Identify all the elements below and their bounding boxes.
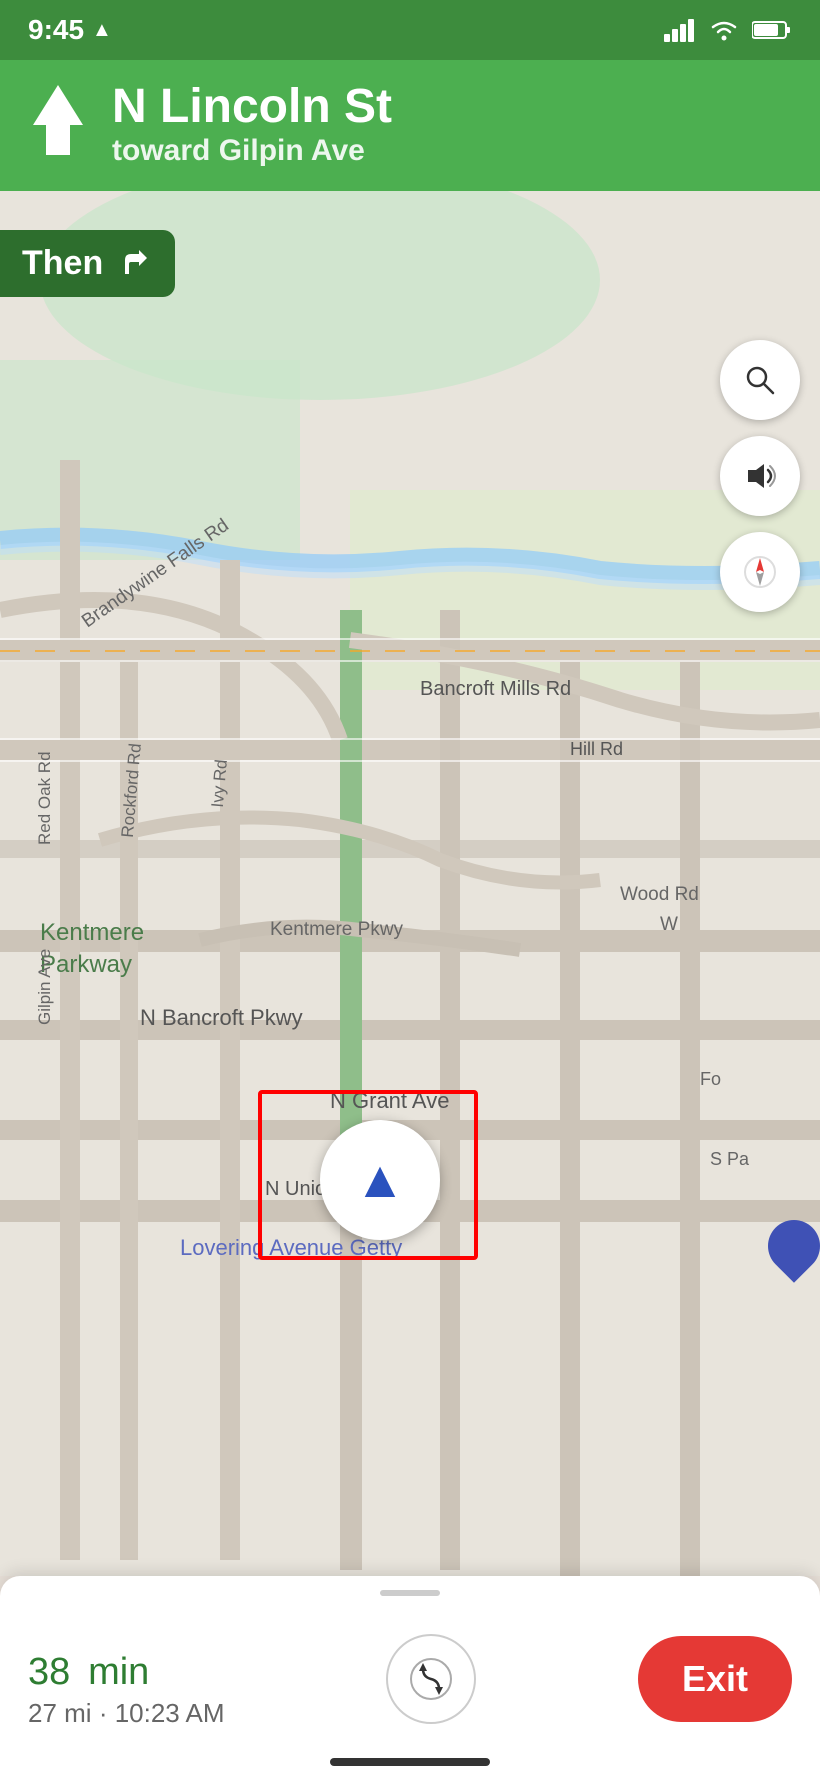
sound-icon bbox=[742, 458, 778, 494]
battery-icon bbox=[752, 18, 792, 42]
nav-toward-text: toward Gilpin Ave bbox=[112, 134, 392, 168]
turn-right-icon bbox=[117, 246, 153, 282]
selection-highlight-box bbox=[258, 1090, 478, 1260]
eta-details: 27 mi · 10:23 AM bbox=[28, 1698, 225, 1729]
nav-instruction-text: N Lincoln St toward Gilpin Ave bbox=[112, 81, 392, 168]
eta-unit: min bbox=[88, 1651, 149, 1693]
exit-navigation-button[interactable]: Exit bbox=[638, 1636, 792, 1722]
svg-text:Kentmere Pkwy: Kentmere Pkwy bbox=[270, 919, 404, 940]
svg-text:W: W bbox=[660, 914, 678, 935]
routes-button[interactable] bbox=[386, 1634, 476, 1724]
then-banner[interactable]: Then bbox=[0, 230, 175, 297]
status-time: 9:45 ▲ bbox=[28, 14, 112, 46]
eta-number: 38 bbox=[28, 1651, 70, 1693]
location-icon: ▲ bbox=[92, 19, 112, 42]
nav-street-name: N Lincoln St bbox=[112, 81, 392, 134]
nav-up-arrow bbox=[28, 80, 88, 169]
search-icon bbox=[742, 362, 778, 398]
wifi-icon bbox=[708, 18, 740, 42]
then-label: Then bbox=[22, 244, 103, 283]
svg-text:Hill Rd: Hill Rd bbox=[570, 739, 623, 759]
bottom-navigation-panel: 38 min 27 mi · 10:23 AM Exit bbox=[0, 1576, 820, 1776]
eta-minutes: 38 min bbox=[28, 1630, 225, 1694]
svg-text:Red Oak Rd: Red Oak Rd bbox=[35, 751, 54, 845]
nav-header: N Lincoln St toward Gilpin Ave bbox=[0, 60, 820, 191]
eta-section: 38 min 27 mi · 10:23 AM bbox=[28, 1630, 225, 1729]
eta-separator: · bbox=[99, 1698, 115, 1728]
status-bar: 9:45 ▲ bbox=[0, 0, 820, 60]
toward-label: toward bbox=[112, 134, 210, 167]
time-display: 9:45 bbox=[28, 14, 84, 46]
eta-arrival-time: 10:23 AM bbox=[115, 1698, 225, 1728]
status-icons bbox=[664, 18, 792, 42]
svg-text:Gilpin Ave: Gilpin Ave bbox=[35, 949, 54, 1025]
search-button[interactable] bbox=[720, 340, 800, 420]
svg-text:Bancroft Mills Rd: Bancroft Mills Rd bbox=[420, 678, 571, 700]
home-indicator bbox=[330, 1758, 490, 1766]
bottom-panel-row: 38 min 27 mi · 10:23 AM Exit bbox=[28, 1612, 792, 1746]
compass-icon bbox=[742, 554, 778, 590]
svg-text:Kentmere: Kentmere bbox=[40, 919, 144, 946]
map-action-buttons bbox=[720, 340, 800, 612]
compass-button[interactable] bbox=[720, 532, 800, 612]
eta-distance: 27 mi bbox=[28, 1698, 92, 1728]
svg-text:Fo: Fo bbox=[700, 1069, 721, 1089]
toward-street: Gilpin Ave bbox=[219, 134, 365, 167]
svg-text:S Pa: S Pa bbox=[710, 1149, 750, 1169]
signal-icon bbox=[664, 18, 696, 42]
svg-text:N Bancroft Pkwy: N Bancroft Pkwy bbox=[140, 1005, 303, 1030]
svg-text:Wood Rd: Wood Rd bbox=[620, 884, 699, 905]
sound-button[interactable] bbox=[720, 436, 800, 516]
routes-icon bbox=[409, 1657, 453, 1701]
bottom-sheet-handle bbox=[380, 1590, 440, 1596]
